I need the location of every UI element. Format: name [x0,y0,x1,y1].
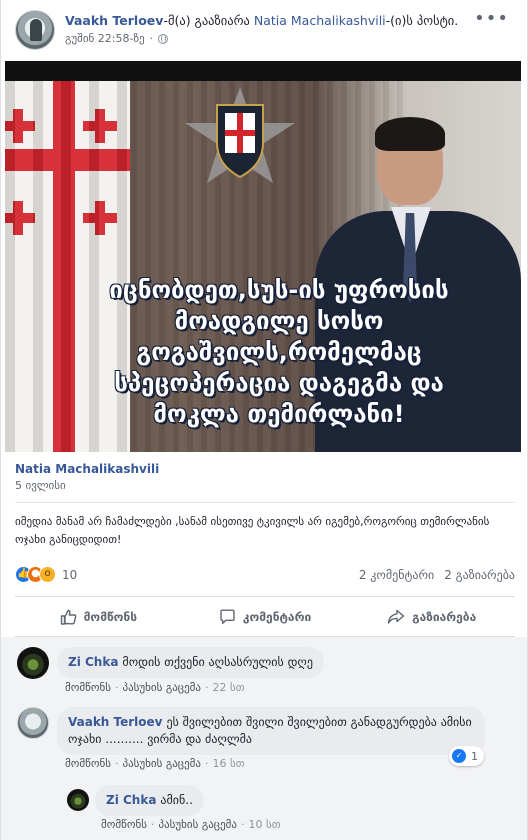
original-post: Natia Machalikashvili 5 ივლისი იმედია მა… [15,462,515,546]
action-bar: მომწონს კომენტარი გაზიარება [15,600,515,634]
image-caption: იცნობდეთ,სუს-ის უფროსის მოადგილე სოსო გო… [61,275,497,430]
comment-like-count: 1 [471,749,478,763]
comment-like-badge[interactable]: ✓ 1 [449,746,484,766]
share-icon [387,609,405,624]
comment-icon [220,609,235,624]
comment-like-link[interactable]: მომწონს [65,757,111,770]
commenter-avatar[interactable] [67,789,89,811]
caption-line: გოგაშვილს,რომელმაც [136,338,422,366]
emblem-icon [185,87,295,183]
original-author-link[interactable]: Natia Machalikashvili [254,13,386,28]
wow-icon[interactable]: o [39,566,56,583]
globe-icon[interactable] [158,33,169,44]
share-count[interactable]: 2 გაზიარება [444,568,515,582]
comments-section: Zi Chka მოდის თქვენი აღსასრულის დღე მომწო… [1,637,527,840]
caption-line: სპეცოპერაცია დაგეგმა და [114,369,444,397]
like-button[interactable]: მომწონს [15,600,182,634]
thumbs-up-icon [60,609,76,625]
comment-button-label: კომენტარი [242,610,312,624]
comment-reply-link[interactable]: პასუხის გაცემა [122,757,201,770]
caption-line: მოკლა თემირლანი! [153,400,405,428]
post-header: Vaakh Terloev-მ(ა) გააზიარა Natia Machal… [15,10,515,54]
comment-reply-link[interactable]: პასუხის გაცემა [122,681,201,694]
comment-like-link[interactable]: მომწონს [101,818,147,831]
divider [15,502,515,503]
commenter-name[interactable]: Vaakh Terloev [68,715,163,729]
comment-meta: მომწონს · პასუხის გაცემა · 16 სთ [65,757,245,770]
comment-reply-link[interactable]: პასუხის გაცემა [158,818,237,831]
author-avatar[interactable] [15,10,55,50]
comment-bubble: Zi Chka ამინ.. [95,785,204,816]
divider [15,596,515,597]
like-button-label: მომწონს [83,610,138,624]
like-icon: ✓ [452,749,466,763]
post-title: Vaakh Terloev-მ(ა) გააზიარა Natia Machal… [65,13,495,29]
comment-time[interactable]: 10 სთ [249,818,281,831]
post-meta: გუშინ 22:58-ზე · [65,32,169,45]
post-card: Vaakh Terloev-მ(ა) გააზიარა Natia Machal… [0,0,528,840]
ellipsis-icon[interactable]: ••• [474,10,509,28]
comment-like-link[interactable]: მომწონს [65,681,111,694]
original-post-text: იმედია მანამ არ ჩამაძლდები ,სანამ ისეთივ… [15,515,490,546]
comment-text: ამინ.. [160,793,193,807]
comment-bubble: Vaakh Terloev ეს შვილებით შვილი შვილებით … [57,707,485,755]
commenter-name[interactable]: Zi Chka [68,655,118,669]
reactions-bar: 👍 ● o 10 2 კომენტარი 2 გაზიარება [15,566,515,586]
caption-line: იცნობდეთ,სუს-ის უფროსის [109,276,449,304]
comment-button[interactable]: კომენტარი [182,600,349,634]
commenter-name[interactable]: Zi Chka [106,793,156,807]
caption-line: მოადგილე სოსო [174,307,384,335]
comment-text: მოდის თქვენი აღსასრულის დღე [122,655,313,669]
post-timestamp[interactable]: გუშინ 22:58-ზე [65,32,145,45]
commenter-avatar[interactable] [17,707,49,739]
post-image[interactable]: იცნობდეთ,სუს-ის უფროსის მოადგილე სოსო გო… [5,61,521,452]
comment-meta: მომწონს · პასუხის გაცემა · 10 სთ [101,818,281,831]
shared-text-before: -მ(ა) გააზიარა [163,13,254,28]
share-button[interactable]: გაზიარება [348,600,515,634]
original-post-date[interactable]: 5 ივლისი [15,479,515,492]
commenter-avatar[interactable] [17,647,49,679]
comment-bubble: Zi Chka მოდის თქვენი აღსასრულის დღე [57,647,324,678]
share-button-label: გაზიარება [412,610,477,624]
shared-text-after: -(ი)ს პოსტი. [385,13,459,28]
comment-count[interactable]: 2 კომენტარი [359,568,434,582]
reaction-count[interactable]: 10 [62,568,77,582]
author-name-link[interactable]: Vaakh Terloev [65,13,163,28]
meta-separator: · [149,32,154,45]
original-author-name[interactable]: Natia Machalikashvili [15,462,515,476]
comment-time[interactable]: 22 სთ [213,681,245,694]
comment-time[interactable]: 16 სთ [213,757,245,770]
comment-meta: მომწონს · პასუხის გაცემა · 22 სთ [65,681,245,694]
